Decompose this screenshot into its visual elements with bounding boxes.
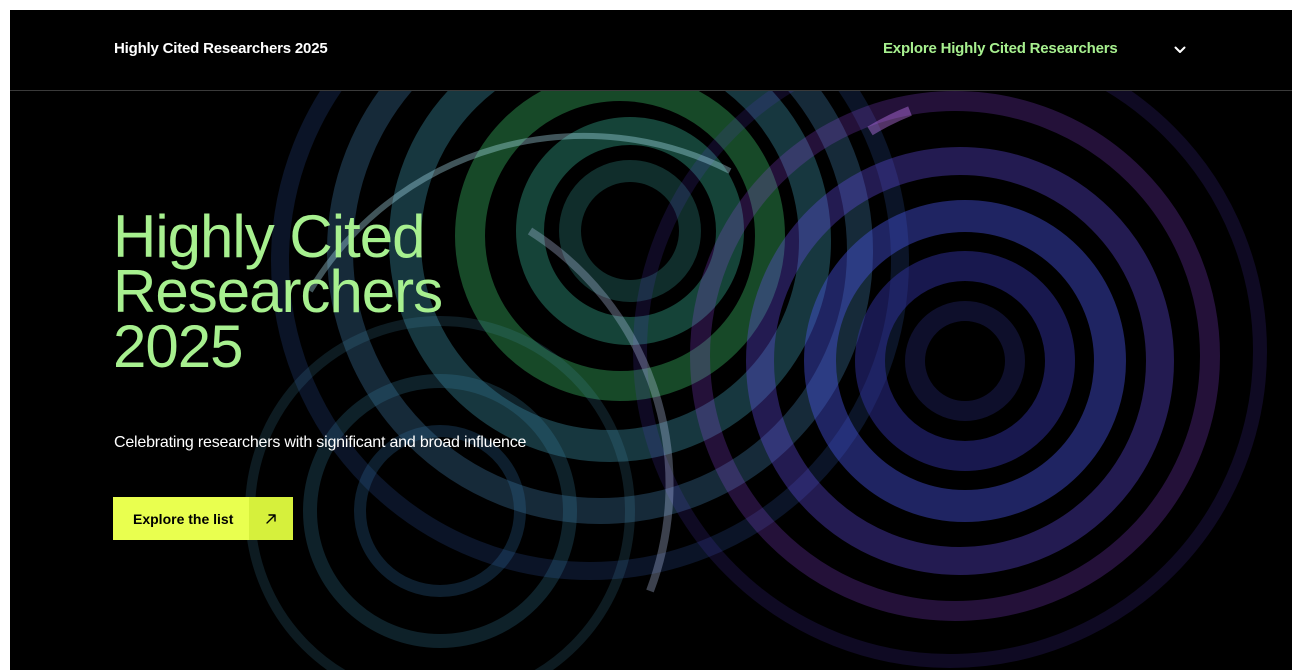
site-header: Highly Cited Researchers 2025 Explore Hi…: [10, 10, 1292, 91]
arrow-up-right-icon: [249, 497, 293, 540]
explore-list-label: Explore the list: [133, 510, 234, 527]
chevron-down-icon: [1174, 46, 1186, 53]
hero-section: Highly Cited Researchers 2025 Celebratin…: [10, 10, 1292, 670]
site-title[interactable]: Highly Cited Researchers 2025: [114, 40, 328, 57]
hero-subtitle: Celebrating researchers with significant…: [114, 434, 527, 451]
page-frame: Highly Cited Researchers 2025 Explore Hi…: [10, 10, 1292, 670]
explore-list-button[interactable]: Explore the list: [113, 497, 293, 540]
hero-title: Highly Cited Researchers 2025: [113, 207, 633, 377]
nav-menu-toggle[interactable]: [1168, 38, 1192, 62]
nav-explore-link[interactable]: Explore Highly Cited Researchers: [883, 40, 1118, 57]
hero-title-line: 2025: [113, 313, 243, 380]
